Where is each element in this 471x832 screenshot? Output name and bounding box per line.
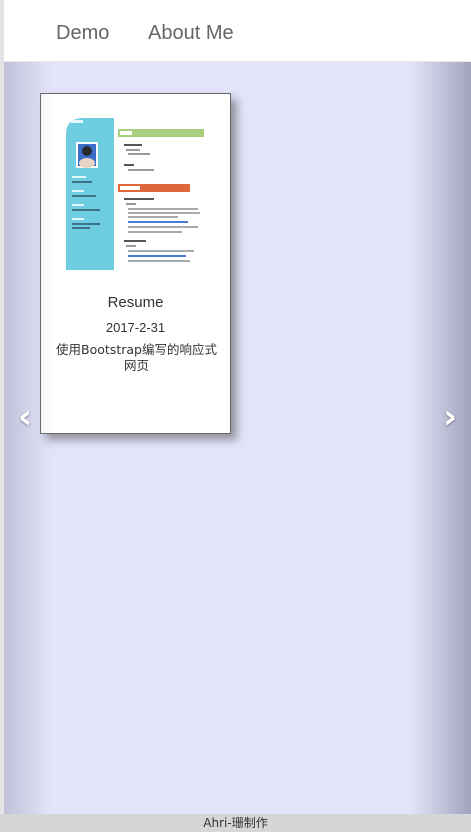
footer: Ahri-珊制作 — [0, 814, 471, 832]
footer-text: Ahri-珊制作 — [203, 816, 268, 830]
chevron-left-icon[interactable]: ‹ — [10, 397, 40, 437]
card-description: 使用Bootstrap编写的响应式网页 — [56, 342, 217, 373]
resume-thumbnail — [66, 118, 206, 270]
nav-link-about-me[interactable]: About Me — [148, 22, 234, 45]
nav-link-demo[interactable]: Demo — [56, 22, 109, 45]
card-date: 2017-2-31 — [105, 320, 166, 335]
chevron-right-icon[interactable]: › — [435, 397, 465, 437]
card-title: Resume — [107, 294, 164, 311]
project-card[interactable]: Resume 2017-2-31 使用Bootstrap编写的响应式网页 — [40, 93, 231, 434]
carousel-control-next[interactable] — [411, 62, 471, 814]
carousel-control-prev[interactable] — [4, 62, 52, 814]
project-carousel: Resume 2017-2-31 使用Bootstrap编写的响应式网页 ‹ › — [4, 62, 471, 814]
navbar: Demo About Me — [4, 0, 471, 62]
